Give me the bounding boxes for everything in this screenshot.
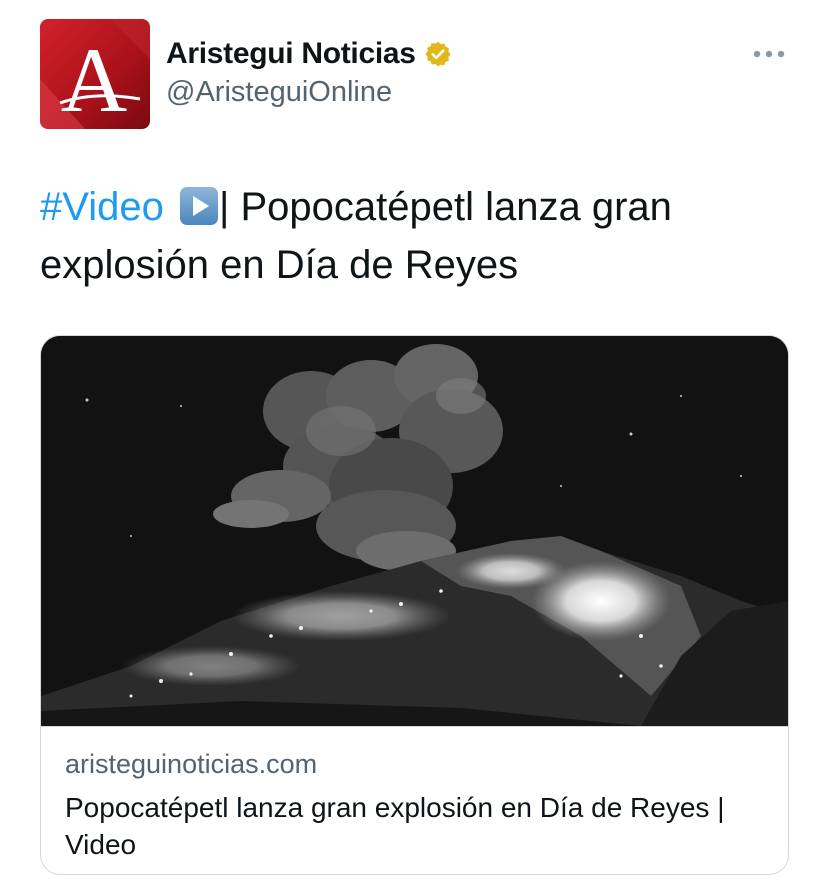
tweet-text: #Video | Popocatépetl lanza gran explosi… [40, 178, 800, 294]
play-button-icon [179, 184, 219, 225]
display-name[interactable]: Aristegui Noticias [166, 37, 416, 71]
card-image[interactable] [41, 336, 788, 726]
link-card[interactable]: aristeguinoticias.com Popocatépetl lanza… [40, 335, 789, 875]
hashtag-link[interactable]: #Video [40, 185, 164, 229]
verified-badge-icon [424, 40, 452, 68]
author-handle[interactable]: @AristeguiOnline [166, 76, 392, 109]
avatar[interactable]: A [40, 19, 150, 129]
card-domain: aristeguinoticias.com [65, 749, 318, 779]
card-title: Popocatépetl lanza gran explosión en Día… [65, 792, 725, 860]
author-name-row: Aristegui Noticias [166, 34, 452, 74]
tweet: A Aristegui Noticias @AristeguiOnline #V… [0, 0, 829, 887]
avatar-logo-letter: A [61, 29, 127, 129]
card-info[interactable]: aristeguinoticias.com Popocatépetl lanza… [41, 726, 788, 874]
more-options-icon[interactable] [748, 36, 790, 72]
